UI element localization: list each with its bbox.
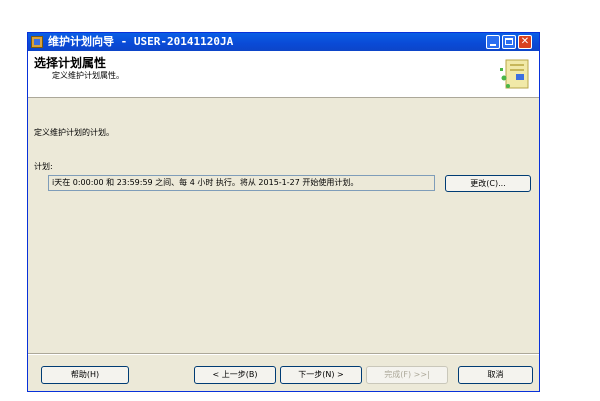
schedule-field[interactable]: i天在 0:00:00 和 23:59:59 之间、每 4 小时 执行。将从 2… bbox=[48, 175, 435, 191]
wizard-header: 选择计划属性 定义维护计划属性。 bbox=[28, 51, 539, 98]
close-button[interactable] bbox=[518, 35, 532, 49]
page-title: 选择计划属性 bbox=[34, 56, 107, 70]
finish-button[interactable]: 完成(F) >>| bbox=[366, 366, 448, 384]
window-title: 维护计划向导 - USER-20141120JA bbox=[48, 35, 234, 48]
cancel-button[interactable]: 取消 bbox=[458, 366, 533, 384]
footer-divider bbox=[28, 353, 539, 355]
wizard-window: 维护计划向导 - USER-20141120JA 选择计划属性 定义维护计划属性… bbox=[27, 32, 540, 392]
title-bar[interactable]: 维护计划向导 - USER-20141120JA bbox=[28, 33, 539, 51]
page-subtitle: 定义维护计划属性。 bbox=[52, 71, 124, 80]
maximize-button[interactable] bbox=[502, 35, 516, 49]
back-button[interactable]: < 上一步(B) bbox=[194, 366, 276, 384]
minimize-button[interactable] bbox=[486, 35, 500, 49]
change-schedule-button[interactable]: 更改(C)... bbox=[445, 175, 531, 192]
help-button[interactable]: 帮助(H) bbox=[41, 366, 129, 384]
wizard-graphic-icon bbox=[500, 59, 529, 89]
maintenance-plan-icon bbox=[31, 36, 43, 48]
schedule-label: 计划: bbox=[34, 162, 53, 171]
next-button[interactable]: 下一步(N) > bbox=[280, 366, 362, 384]
description-text: 定义维护计划的计划。 bbox=[34, 128, 114, 137]
